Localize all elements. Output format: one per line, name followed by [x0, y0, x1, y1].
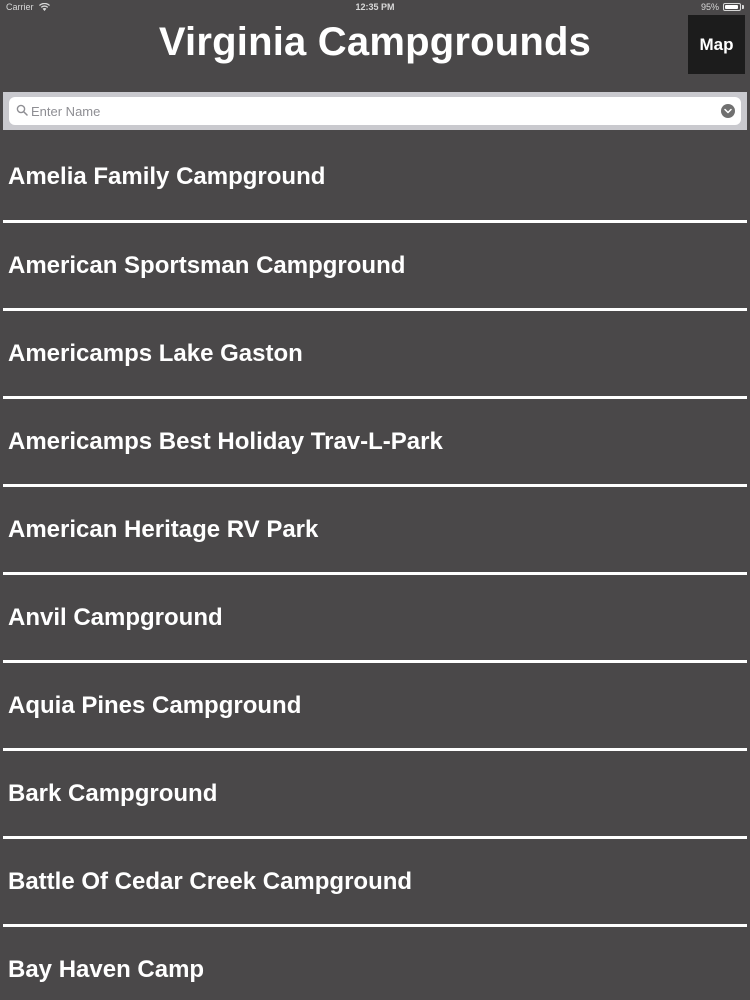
list-item-label: Anvil Campground — [8, 603, 223, 631]
list-item[interactable]: Americamps Lake Gaston — [3, 311, 747, 399]
list-item[interactable]: Battle Of Cedar Creek Campground — [3, 839, 747, 927]
list-item-label: Battle Of Cedar Creek Campground — [8, 867, 413, 895]
status-time: 12:35 PM — [355, 2, 395, 12]
list-item[interactable]: Americamps Best Holiday Trav-L-Park — [3, 399, 747, 487]
list-item-label: Americamps Lake Gaston — [8, 339, 303, 367]
list-item-label: Bay Haven Camp — [8, 955, 205, 983]
search-bar — [3, 92, 747, 130]
campground-list: Amelia Family Campground American Sports… — [3, 134, 747, 1000]
battery-percent: 95% — [700, 2, 719, 12]
list-item[interactable]: Aquia Pines Campground — [3, 663, 747, 751]
chevron-down-glyph — [724, 108, 732, 114]
battery-fill — [725, 5, 739, 9]
list-item-label: Aquia Pines Campground — [8, 691, 302, 719]
header: Virginia Campgrounds Map — [0, 14, 750, 88]
list-item[interactable]: Bark Campground — [3, 751, 747, 839]
battery-icon — [723, 3, 741, 11]
status-bar: Carrier 12:35 PM 95% — [0, 0, 750, 14]
search-input[interactable] — [31, 97, 715, 125]
list-item-label: American Heritage RV Park — [8, 515, 319, 543]
chevron-down-icon[interactable] — [721, 104, 735, 118]
list-item[interactable]: American Heritage RV Park — [3, 487, 747, 575]
battery-cap — [742, 5, 744, 9]
list-item[interactable]: Amelia Family Campground — [3, 134, 747, 223]
list-item[interactable]: American Sportsman Campground — [3, 223, 747, 311]
list-item-label: Bark Campground — [8, 779, 218, 807]
search-field[interactable] — [9, 97, 741, 125]
list-item-label: American Sportsman Campground — [8, 251, 406, 279]
search-icon — [16, 104, 28, 116]
list-item-label: Amelia Family Campground — [8, 163, 326, 190]
status-right: 95% — [701, 2, 744, 12]
page-title: Virginia Campgrounds — [158, 20, 592, 64]
map-button[interactable]: Map — [688, 15, 745, 74]
list-item-label: Americamps Best Holiday Trav-L-Park — [8, 427, 443, 455]
list-item[interactable]: Bay Haven Camp — [3, 927, 747, 1000]
list-item[interactable]: Anvil Campground — [3, 575, 747, 663]
